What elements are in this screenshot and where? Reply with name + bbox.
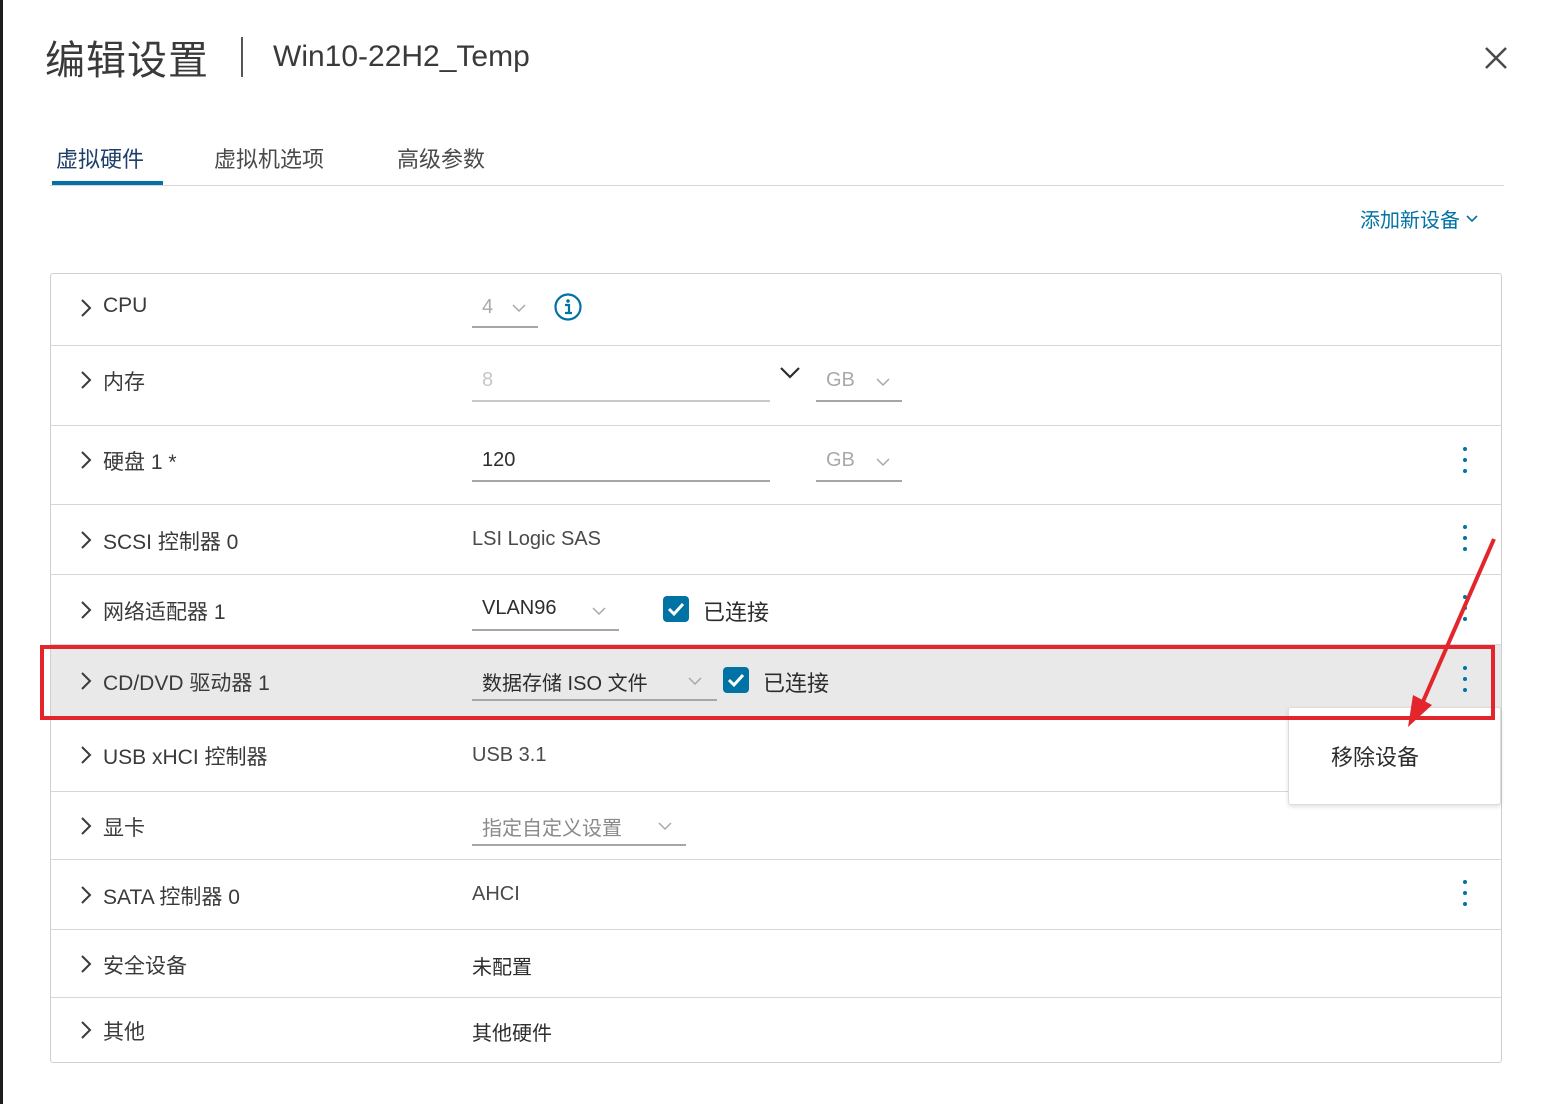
hard-disk-size-value: 120 (482, 449, 516, 471)
hardware-table: CPU 4 内存 8 GB 硬盘 1 * 120 GB SCSI 控制器 0 L… (50, 273, 1502, 1063)
memory-unit-value: GB (826, 369, 855, 391)
hard-disk-unit-value: GB (826, 449, 855, 471)
cpu-count-value: 4 (482, 296, 494, 318)
usb-controller-label: USB xHCI 控制器 (103, 746, 268, 769)
cd-dvd-source-value: 数据存储 ISO 文件 (482, 673, 648, 695)
video-card-value: 指定自定义设置 (482, 818, 622, 840)
row-hard-disk-1: 硬盘 1 * 120 GB (51, 426, 1501, 505)
memory-size-input[interactable]: 8 (472, 362, 770, 402)
chevron-down-icon (876, 378, 890, 387)
chevron-right-icon[interactable] (79, 671, 93, 691)
network-select[interactable]: VLAN96 (472, 589, 619, 631)
chevron-down-icon (512, 304, 526, 313)
cd-dvd-drive-label: CD/DVD 驱动器 1 (103, 672, 270, 695)
tab-virtual-hardware[interactable]: 虚拟硬件 (56, 142, 144, 174)
hard-disk-1-label: 硬盘 1 * (103, 451, 177, 474)
kebab-menu-icon[interactable] (1455, 593, 1475, 627)
cd-dvd-connected-checkbox[interactable] (723, 667, 749, 693)
checkbox-checked-icon (727, 673, 745, 688)
security-devices-label: 安全设备 (103, 955, 187, 978)
row-security-devices: 安全设备 未配置 (51, 930, 1501, 998)
row-usb-controller: USB xHCI 控制器 USB 3.1 (51, 718, 1501, 792)
cd-dvd-connected-label: 已连接 (763, 671, 830, 696)
network-connected-checkbox[interactable] (663, 596, 689, 622)
chevron-right-icon[interactable] (79, 450, 93, 470)
vm-name: Win10-22H2_Temp (273, 40, 530, 73)
chevron-right-icon[interactable] (79, 885, 93, 905)
chevron-down-icon (876, 458, 890, 467)
row-network-adapter: 网络适配器 1 VLAN96 已连接 (51, 575, 1501, 645)
cpu-label: CPU (103, 294, 148, 317)
chevron-right-icon[interactable] (79, 745, 93, 765)
window-edge (0, 0, 3, 1104)
chevron-right-icon[interactable] (79, 600, 93, 620)
sata-controller-label: SATA 控制器 0 (103, 886, 240, 909)
hard-disk-unit-select[interactable]: GB (816, 442, 902, 482)
row-memory: 内存 8 GB (51, 346, 1501, 426)
chevron-down-icon (1466, 214, 1478, 222)
close-icon (1485, 47, 1507, 69)
tab-advanced-parameters[interactable]: 高级参数 (397, 142, 485, 174)
dialog-header: 编辑设置 Win10-22H2_Temp (45, 30, 530, 84)
tab-bar: 虚拟硬件 虚拟机选项 高级参数 (50, 130, 1504, 186)
memory-unit-select[interactable]: GB (816, 362, 902, 402)
memory-label: 内存 (103, 371, 145, 394)
close-button[interactable] (1478, 40, 1514, 76)
security-devices-value: 未配置 (472, 957, 532, 979)
kebab-menu-icon[interactable] (1455, 878, 1475, 912)
network-adapter-label: 网络适配器 1 (103, 601, 226, 624)
info-icon[interactable] (553, 292, 583, 322)
row-other: 其他 其他硬件 (51, 998, 1501, 1062)
checkbox-checked-icon (667, 602, 685, 617)
usb-controller-value: USB 3.1 (472, 744, 547, 766)
row-scsi-controller: SCSI 控制器 0 LSI Logic SAS (51, 505, 1501, 575)
row-video-card: 显卡 指定自定义设置 (51, 792, 1501, 860)
memory-size-value: 8 (482, 369, 494, 391)
other-value: 其他硬件 (472, 1023, 552, 1045)
other-label: 其他 (103, 1021, 145, 1044)
network-value: VLAN96 (482, 597, 557, 619)
add-new-device-label: 添加新设备 (1360, 210, 1460, 232)
cd-dvd-source-select[interactable]: 数据存储 ISO 文件 (472, 659, 717, 701)
sata-controller-value: AHCI (472, 883, 520, 905)
chevron-right-icon[interactable] (79, 370, 93, 390)
chevron-right-icon[interactable] (79, 530, 93, 550)
chevron-down-icon (688, 677, 702, 686)
video-card-label: 显卡 (103, 817, 145, 840)
row-sata-controller: SATA 控制器 0 AHCI (51, 860, 1501, 930)
chevron-down-icon (592, 607, 606, 616)
chevron-right-icon[interactable] (79, 816, 93, 836)
tab-vm-options[interactable]: 虚拟机选项 (214, 142, 324, 174)
kebab-menu-icon[interactable] (1455, 664, 1475, 698)
hard-disk-size-input[interactable]: 120 (472, 442, 770, 482)
cpu-count-select[interactable]: 4 (472, 290, 538, 328)
kebab-menu-icon[interactable] (1455, 445, 1475, 479)
chevron-right-icon[interactable] (79, 1020, 93, 1040)
network-connected-label: 已连接 (703, 600, 770, 625)
remove-device-menu-item[interactable]: 移除设备 (1331, 740, 1419, 772)
video-card-select[interactable]: 指定自定义设置 (472, 804, 686, 846)
row-cpu: CPU 4 (51, 274, 1501, 346)
chevron-right-icon[interactable] (79, 954, 93, 974)
add-new-device-button[interactable]: 添加新设备 (1360, 204, 1478, 233)
kebab-menu-icon[interactable] (1455, 523, 1475, 557)
chevron-right-icon[interactable] (79, 298, 93, 318)
dialog-title: 编辑设置 (45, 39, 209, 83)
device-context-menu: 移除设备 (1288, 707, 1501, 805)
chevron-down-icon (658, 822, 672, 831)
row-cd-dvd-drive: CD/DVD 驱动器 1 数据存储 ISO 文件 已连接 (51, 645, 1501, 718)
active-tab-indicator (52, 181, 163, 185)
scsi-controller-value: LSI Logic SAS (472, 528, 601, 550)
chevron-down-icon[interactable] (779, 366, 801, 380)
scsi-controller-label: SCSI 控制器 0 (103, 531, 239, 554)
title-divider (241, 37, 243, 77)
